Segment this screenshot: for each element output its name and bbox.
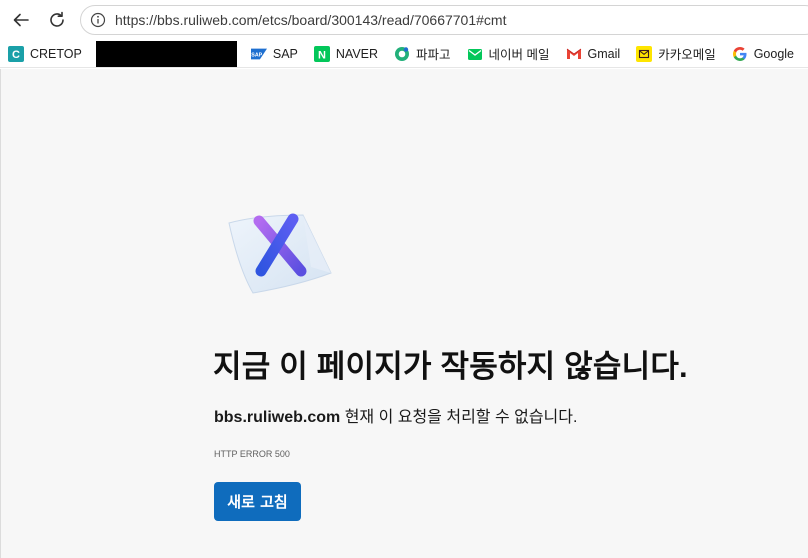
reload-button[interactable] — [42, 5, 72, 35]
svg-text:SAP: SAP — [251, 52, 262, 58]
naver-icon: N — [313, 45, 330, 62]
bookmark-naver-mail[interactable]: 네이버 메일 — [459, 40, 558, 67]
papago-icon — [394, 46, 410, 62]
kakao-mail-icon — [636, 45, 653, 62]
svg-text:C: C — [12, 49, 20, 61]
svg-text:N: N — [318, 49, 326, 61]
back-button[interactable] — [6, 5, 36, 35]
bookmark-papago[interactable]: 파파고 — [386, 40, 459, 67]
bookmark-sap[interactable]: SAP SAP — [243, 40, 306, 67]
bookmark-google[interactable]: Google — [724, 40, 802, 67]
broken-page-x-icon — [228, 213, 332, 294]
info-icon[interactable] — [89, 11, 107, 29]
gmail-icon — [566, 46, 582, 62]
error-host: bbs.ruliweb.com — [214, 409, 341, 426]
bookmark-kakao-mail[interactable]: 카카오메일 — [628, 40, 724, 67]
error-message: 현재 이 요청을 처리할 수 없습니다. — [340, 409, 578, 426]
reload-page-button[interactable]: 새로 고침 — [214, 482, 301, 521]
bookmarks-bar: C CRETOP SAP SAP N NAVER 파파고 네이버 메일 Gmai… — [0, 40, 808, 68]
google-icon — [732, 46, 748, 62]
arrow-left-icon — [13, 13, 29, 27]
bookmark-naver[interactable]: N NAVER — [306, 40, 386, 67]
cretop-icon: C — [8, 45, 24, 62]
error-page: 지금 이 페이지가 작동하지 않습니다. bbs.ruliweb.com 현재 … — [0, 69, 808, 558]
url-text[interactable]: https://bbs.ruliweb.com/etcs/board/30014… — [115, 12, 506, 28]
browser-toolbar: https://bbs.ruliweb.com/etcs/board/30014… — [0, 0, 808, 40]
naver-mail-icon — [467, 46, 483, 62]
error-title: 지금 이 페이지가 작동하지 않습니다. — [213, 349, 688, 384]
address-bar[interactable]: https://bbs.ruliweb.com/etcs/board/30014… — [80, 5, 808, 35]
redaction-block — [95, 40, 237, 67]
error-description: bbs.ruliweb.com 현재 이 요청을 처리할 수 없습니다. — [214, 403, 577, 427]
sap-icon: SAP — [250, 46, 267, 62]
bookmark-cretop[interactable]: C CRETOP — [0, 40, 90, 67]
error-code: HTTP ERROR 500 — [214, 449, 290, 459]
bookmark-redacted[interactable] — [95, 40, 237, 67]
bookmark-gmail[interactable]: Gmail — [558, 40, 629, 67]
bookmark-overflow[interactable] — [802, 40, 808, 67]
refresh-icon — [50, 11, 64, 27]
